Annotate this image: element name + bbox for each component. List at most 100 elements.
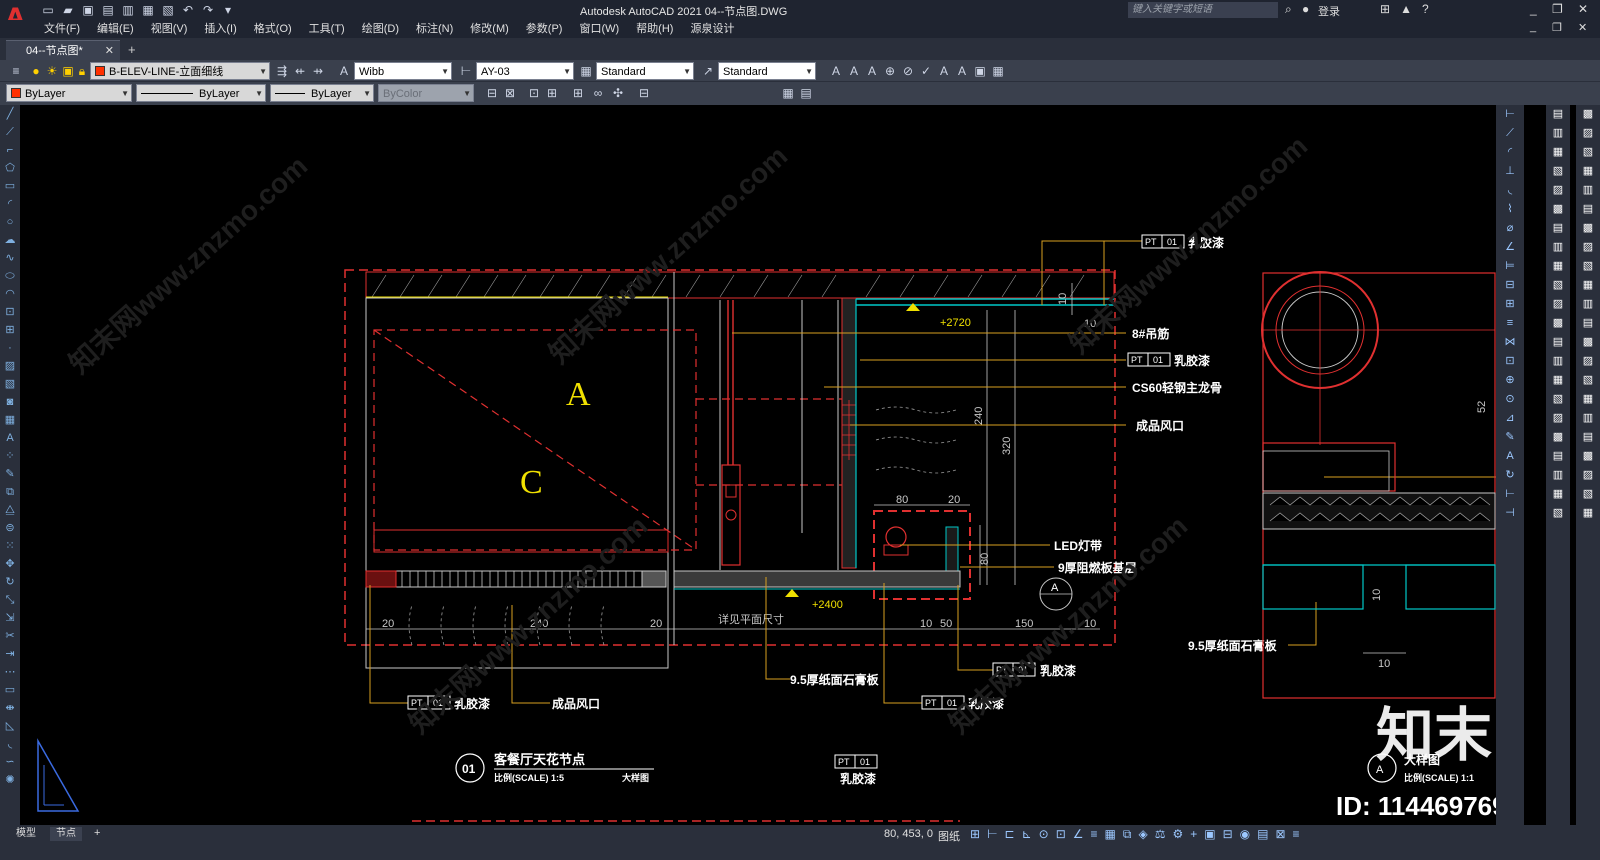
login-link[interactable]: 登录 (1318, 3, 1340, 19)
model-tab[interactable]: 模型 (10, 827, 42, 841)
yq-tool-7-icon[interactable]: ▤ (1546, 219, 1570, 238)
make-current-layer-icon[interactable]: ⇶ (274, 63, 290, 79)
yq2-tool-6-icon[interactable]: ▤ (1576, 200, 1600, 219)
array-tool-icon[interactable]: ⁙ (0, 537, 20, 555)
insert-block-icon[interactable]: ⊡ (0, 303, 20, 321)
autodesk-app-icon[interactable]: ▲ (1400, 2, 1412, 16)
inspection-icon[interactable]: ⊙ (1496, 390, 1524, 409)
open-web-icon[interactable]: ▥ (120, 2, 136, 18)
menu-draw[interactable]: 绘图(D) (362, 20, 399, 38)
join-tool-icon[interactable]: ⇼ (0, 699, 20, 717)
point-tool-icon[interactable]: · (0, 339, 20, 357)
spline-tool-icon[interactable]: ∿ (0, 249, 20, 267)
infer-constraints-icon[interactable]: ⊏ (1005, 827, 1015, 842)
baseline-dim-icon[interactable]: ⊟ (1496, 276, 1524, 295)
units-icon[interactable]: ▣ (1204, 827, 1215, 842)
angular-dim-icon[interactable]: ∠ (1496, 238, 1524, 257)
cart-icon[interactable]: ⊞ (1380, 2, 1390, 16)
multileader-style-icon[interactable]: ↗ (700, 63, 716, 79)
dim-update-icon[interactable]: ↻ (1496, 466, 1524, 485)
doc-close-icon[interactable]: ✕ (1578, 21, 1587, 34)
layer-dropdown[interactable]: B-ELEV-LINE-立面细线 ▼ (90, 62, 270, 80)
yq-tool-10-icon[interactable]: ▧ (1546, 276, 1570, 295)
text-tool-icon[interactable]: A (828, 63, 844, 79)
menu-parametric[interactable]: 参数(P) (526, 20, 563, 38)
radius-dim-icon[interactable]: ◟ (1496, 181, 1524, 200)
yq-tool-21-icon[interactable]: ▦ (1546, 485, 1570, 504)
mtext-tool-icon[interactable]: A (0, 429, 20, 447)
redo-icon[interactable]: ↷ (200, 2, 216, 18)
lineweight-dropdown[interactable]: ByLayer ▼ (270, 84, 374, 102)
extract-icon[interactable]: ▤ (798, 85, 814, 101)
polyline-tool-icon[interactable]: ⌐ (0, 141, 20, 159)
yq-tool-3-icon[interactable]: ▦ (1546, 143, 1570, 162)
yq2-tool-8-icon[interactable]: ▨ (1576, 238, 1600, 257)
paper-space-toggle[interactable]: 图纸 (938, 828, 960, 844)
dimension-style-icon[interactable]: ⊢ (458, 63, 474, 79)
yq-tool-20-icon[interactable]: ▥ (1546, 466, 1570, 485)
text-style-icon[interactable]: A (336, 63, 352, 79)
yq-tool-5-icon[interactable]: ▨ (1546, 181, 1570, 200)
spell-check-icon[interactable]: ✓ (918, 63, 934, 79)
trim-tool-icon[interactable]: ✂ (0, 627, 20, 645)
ungroup-icon[interactable]: ∞ (590, 85, 606, 101)
yq2-tool-14-icon[interactable]: ▨ (1576, 352, 1600, 371)
region-tool-icon[interactable]: ◙ (0, 393, 20, 411)
menu-file[interactable]: 文件(F) (44, 20, 80, 38)
menu-format[interactable]: 格式(O) (254, 20, 292, 38)
yq-tool-1-icon[interactable]: ▤ (1546, 105, 1570, 124)
scale-tool-icon[interactable]: ⤡ (0, 591, 20, 609)
plot-icon[interactable]: ▧ (160, 2, 176, 18)
move-tool-icon[interactable]: ✥ (0, 555, 20, 573)
yq2-tool-17-icon[interactable]: ▥ (1576, 409, 1600, 428)
block-editor-icon[interactable]: ⊟ (636, 85, 652, 101)
yq-tool-13-icon[interactable]: ▤ (1546, 333, 1570, 352)
help-search-input[interactable]: 键入关键字或短语 (1128, 2, 1278, 18)
osnap-toggle-icon[interactable]: ⊡ (1056, 827, 1066, 842)
menu-tools[interactable]: 工具(T) (309, 20, 345, 38)
copy-tool-icon[interactable]: ⧉ (0, 483, 20, 501)
yq-tool-19-icon[interactable]: ▤ (1546, 447, 1570, 466)
table-style-dropdown[interactable]: Standard ▼ (596, 62, 694, 80)
quick-dim-icon[interactable]: ⊨ (1496, 257, 1524, 276)
text-frame-icon[interactable]: A (954, 63, 970, 79)
yq-tool-16-icon[interactable]: ▧ (1546, 390, 1570, 409)
menu-help[interactable]: 帮助(H) (636, 20, 673, 38)
group-icon[interactable]: ⊞ (570, 85, 586, 101)
3d-osnap-icon[interactable]: ◈ (1138, 827, 1147, 842)
dim-style-icon[interactable]: ⊢ (1496, 485, 1524, 504)
erase-tool-icon[interactable]: ✎ (0, 465, 20, 483)
grid-toggle-icon[interactable]: ⊞ (970, 827, 980, 842)
jogged-dim-icon[interactable]: ⌇ (1496, 200, 1524, 219)
text-justify-icon[interactable]: A (936, 63, 952, 79)
text-convert-icon[interactable]: ▦ (990, 63, 1006, 79)
search-icon[interactable]: ⌕ (1285, 2, 1292, 17)
yq2-tool-22-icon[interactable]: ▦ (1576, 504, 1600, 523)
dim-edit-icon[interactable]: ✎ (1496, 428, 1524, 447)
mtext-tool-icon[interactable]: A (846, 63, 862, 79)
menu-view[interactable]: 视图(V) (151, 20, 188, 38)
layer-lock-icon[interactable]: 🔒︎ (74, 63, 90, 79)
multileader-style-dropdown[interactable]: Standard ▼ (718, 62, 816, 80)
yq2-tool-1-icon[interactable]: ▩ (1576, 105, 1600, 124)
layer-states-icon[interactable]: ⇸ (310, 63, 326, 79)
ellipse-tool-icon[interactable]: ⬭ (0, 267, 20, 285)
fillet-tool-icon[interactable]: ◟ (0, 735, 20, 753)
minimize-icon[interactable]: _ (1530, 2, 1537, 16)
mirror-tool-icon[interactable]: ⧋ (0, 501, 20, 519)
yq2-tool-18-icon[interactable]: ▤ (1576, 428, 1600, 447)
find-text-icon[interactable]: ⊕ (882, 63, 898, 79)
add-layout-button[interactable]: + (94, 827, 100, 839)
yq2-tool-5-icon[interactable]: ▥ (1576, 181, 1600, 200)
new-tab-button[interactable]: + (128, 42, 136, 57)
center-mark-icon[interactable]: ⊕ (1496, 371, 1524, 390)
yq-tool-15-icon[interactable]: ▦ (1546, 371, 1570, 390)
table-tool-icon[interactable]: ▦ (0, 411, 20, 429)
annotation-monitor-icon[interactable]: + (1190, 827, 1197, 842)
ordinate-dim-icon[interactable]: ⊥ (1496, 162, 1524, 181)
yq-tool-4-icon[interactable]: ▧ (1546, 162, 1570, 181)
clean-screen-icon[interactable]: ⊠ (1275, 827, 1285, 842)
line-tool-icon[interactable]: ╱ (0, 105, 20, 123)
workspace-icon[interactable]: ⚙ (1172, 827, 1183, 842)
transparency-toggle-icon[interactable]: ▦ (1105, 827, 1116, 842)
